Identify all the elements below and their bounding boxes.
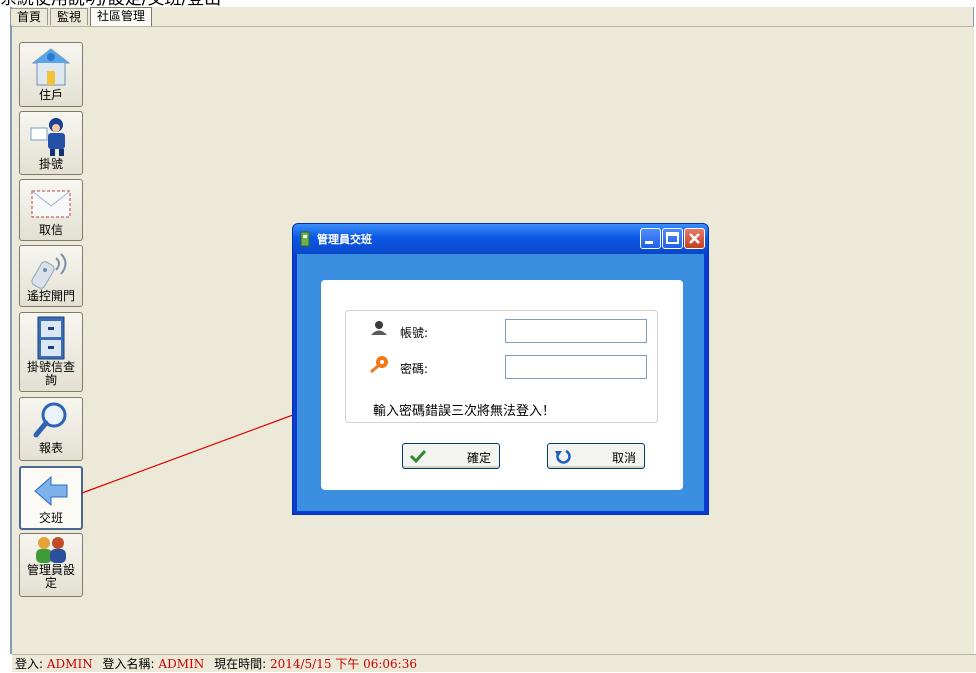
maximize-button[interactable] — [662, 228, 683, 249]
close-button[interactable] — [684, 228, 705, 249]
close-icon — [689, 233, 700, 244]
status-bar: 登入: ADMIN 登入名稱: ADMIN 現在時間: 2014/5/15 下午… — [12, 654, 976, 672]
cancel-label: 取消 — [611, 451, 636, 465]
password-label: 密碼: — [400, 362, 429, 376]
app-icon — [300, 231, 310, 247]
checkmark-icon — [409, 449, 427, 464]
minimize-icon — [645, 241, 653, 244]
password-warning: 輸入密碼錯誤三次將無法登入！ — [373, 404, 556, 419]
login-name-value: ADMIN — [158, 657, 205, 671]
confirm-button[interactable]: 確定 — [402, 443, 500, 469]
cancel-button[interactable]: 取消 — [547, 443, 645, 469]
maximize-icon — [666, 232, 679, 244]
confirm-label: 確定 — [466, 451, 491, 465]
login-label: 登入: — [15, 657, 44, 671]
dialog-title: 管理員交班 — [317, 233, 372, 246]
user-icon — [371, 321, 387, 335]
account-label: 帳號: — [400, 326, 429, 340]
password-input[interactable] — [505, 355, 647, 379]
minimize-button[interactable] — [640, 228, 661, 249]
login-name-label: 登入名稱: — [102, 657, 155, 671]
account-input[interactable] — [505, 319, 647, 343]
dialog-titlebar[interactable]: 管理員交班 — [293, 224, 708, 254]
shift-handover-dialog: 管理員交班 帳號: 密碼: 輸入密碼錯誤三次將無法登入！ 確定 取消 — [292, 223, 709, 515]
current-time-label: 現在時間: — [214, 657, 267, 671]
current-time-value: 2014/5/15 下午 06:06:36 — [269, 657, 417, 671]
key-icon — [370, 356, 388, 373]
dialog-body: 帳號: 密碼: 輸入密碼錯誤三次將無法登入！ 確定 取消 — [297, 254, 704, 511]
login-value: ADMIN — [46, 657, 93, 671]
undo-icon — [555, 449, 571, 464]
login-panel: 帳號: 密碼: 輸入密碼錯誤三次將無法登入！ 確定 取消 — [321, 280, 683, 490]
credentials-group: 帳號: 密碼: 輸入密碼錯誤三次將無法登入！ — [345, 310, 658, 423]
